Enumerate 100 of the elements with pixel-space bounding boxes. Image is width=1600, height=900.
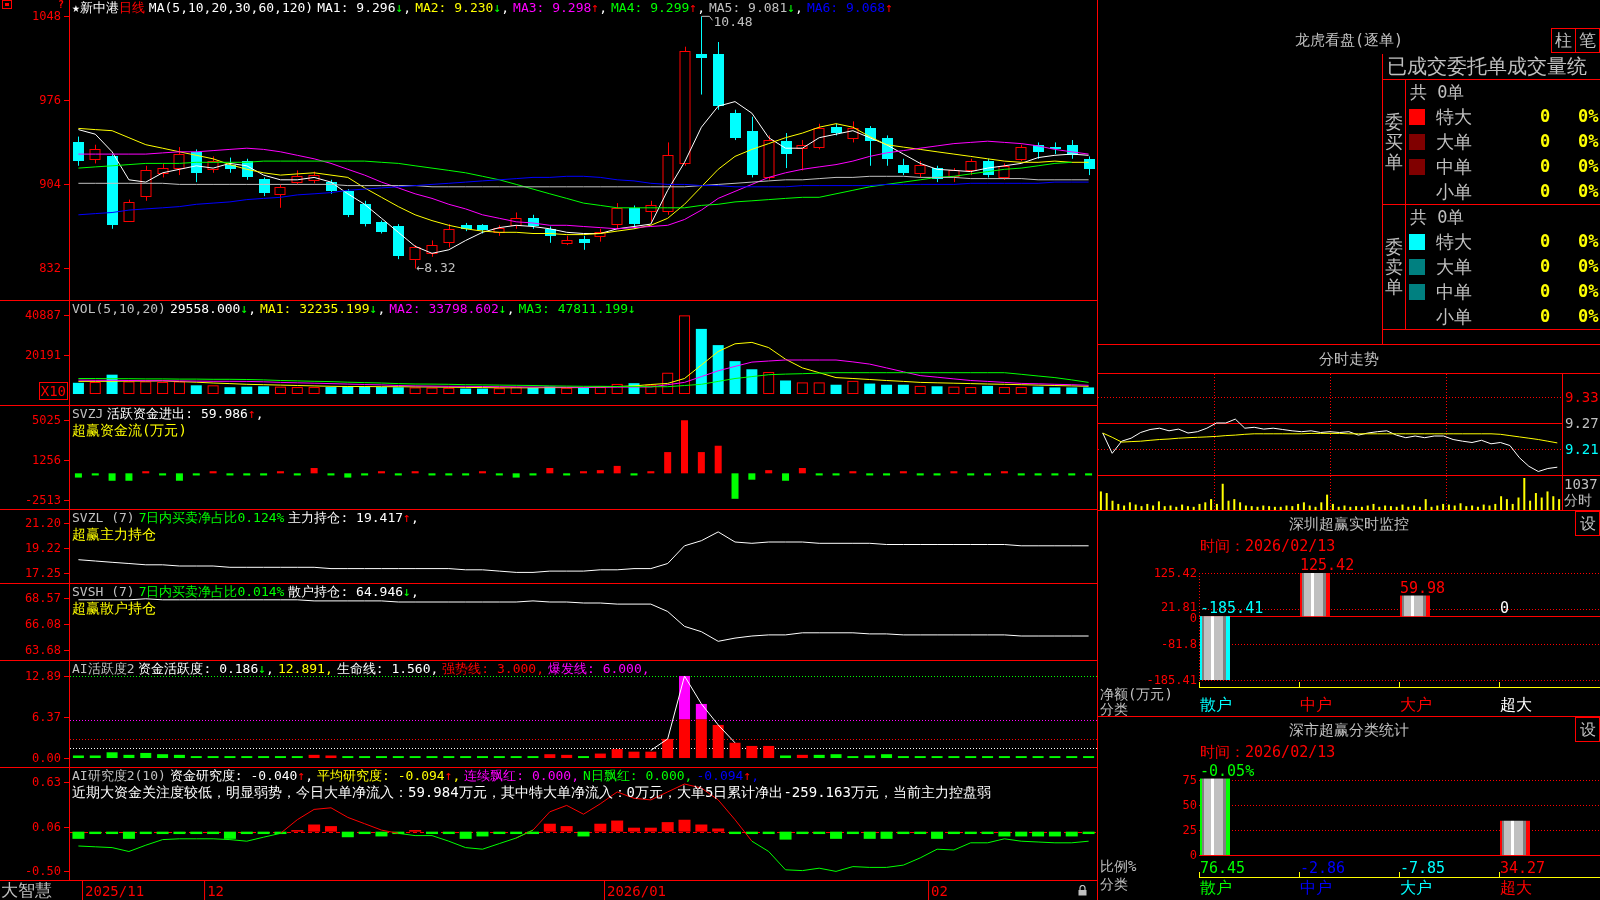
- fund-flow-bar: [950, 471, 958, 474]
- legend-text: 活跃资金进出: 59.986: [107, 406, 248, 421]
- help-button[interactable]: ?: [57, 0, 64, 10]
- volume-bar: [695, 328, 707, 394]
- candle: [510, 211, 522, 230]
- activity-bar: [965, 756, 977, 759]
- legend-text: ,: [410, 510, 419, 525]
- settings-button[interactable]: 设: [1575, 511, 1600, 536]
- data-label: -7.85: [1399, 859, 1446, 877]
- fund-flow-bar: [159, 473, 167, 476]
- volume-bar: [796, 382, 808, 394]
- activity-bar: [359, 756, 371, 759]
- mode-button[interactable]: 笔: [1575, 28, 1600, 53]
- fund-flow-bar: [580, 471, 587, 474]
- legend-text: SVZL (7): [72, 510, 135, 525]
- volume-bar: [864, 383, 876, 394]
- legend-text: ↑: [689, 0, 698, 15]
- caption-text: 超赢主力持仓: [72, 525, 156, 543]
- candle: [1067, 139, 1078, 160]
- activity-bar: [325, 755, 337, 759]
- research-bar: [375, 831, 388, 837]
- research-bar: [207, 831, 220, 835]
- candle: [1033, 141, 1044, 160]
- order-share: 0%: [1578, 131, 1600, 152]
- volume-bar: [729, 361, 741, 394]
- mode-button[interactable]: 柱: [1551, 28, 1576, 53]
- order-count: 0: [1540, 231, 1552, 252]
- research-bar: [139, 831, 152, 835]
- category-bar: [1300, 573, 1330, 617]
- order-share: 0%: [1578, 281, 1600, 302]
- settings-button[interactable]: 设: [1575, 717, 1600, 742]
- fund-flow-bar: [681, 420, 688, 474]
- order-total: 共 0单: [1409, 81, 1466, 104]
- order-share: 0%: [1578, 231, 1600, 252]
- research-bar: [729, 831, 742, 835]
- candle: [343, 188, 354, 218]
- fund-flow-bar: [91, 473, 99, 476]
- research-bar: [341, 831, 354, 838]
- volume-bar: [1066, 387, 1078, 394]
- legend-text: ↓: [258, 661, 267, 676]
- leader-line: [701, 15, 713, 21]
- research-bar: [274, 831, 287, 835]
- activity-bar: [224, 756, 236, 759]
- candle: [360, 200, 371, 227]
- legend-text: ,: [255, 406, 264, 421]
- fund-flow-bar: [74, 473, 82, 478]
- volume-bar: [409, 387, 421, 394]
- order-size-label: 中单: [1435, 156, 1473, 177]
- category-label: 中户: [1299, 879, 1332, 897]
- volume-bar: [628, 383, 640, 394]
- category-bar: [1400, 595, 1430, 617]
- activity-bar: [1083, 756, 1095, 759]
- candle: [763, 134, 775, 181]
- axis-tick-label: 6.37: [32, 710, 61, 725]
- volume-bar: [645, 384, 657, 394]
- candle: [326, 179, 337, 195]
- fund-flow-bar: [428, 473, 436, 476]
- candle: [1015, 144, 1027, 162]
- candle: [983, 158, 994, 178]
- fund-flow-bar: [714, 445, 722, 474]
- legend-text: ,: [305, 768, 314, 783]
- research-bar: [527, 831, 539, 835]
- legend-text: 12.891,: [277, 661, 333, 676]
- volume-bar: [375, 387, 387, 394]
- axis-tick-label: 9.33: [1565, 388, 1599, 405]
- fund-flow-bar: [933, 473, 941, 476]
- activity-bar: [308, 754, 320, 759]
- volume-bar: [1032, 386, 1044, 394]
- activity-bar: [1015, 756, 1027, 759]
- volume-bar: [493, 388, 505, 394]
- fund-flow-bar: [546, 468, 554, 474]
- legend-text: 7日内买卖净占比0.014%: [138, 584, 285, 599]
- legend-text: 平均研究度: -0.094: [317, 768, 445, 783]
- fund-flow-bar: [647, 471, 655, 474]
- volume-bar: [780, 380, 792, 394]
- candle: [191, 148, 202, 183]
- fund-flow-bar: [445, 473, 453, 476]
- fund-flow-bar: [142, 471, 150, 474]
- activity-bar: [998, 756, 1010, 759]
- axis-tick-label: 1256: [32, 453, 61, 467]
- lock-icon[interactable]: [1078, 885, 1087, 896]
- fund-flow-bar: [765, 470, 773, 474]
- research-bar: [358, 831, 371, 835]
- activity-bar: [493, 756, 505, 759]
- axis-tick-label: -81.8: [1160, 638, 1197, 650]
- research-bar: [223, 831, 236, 839]
- research-bar: [1065, 831, 1078, 837]
- activity-bar: [258, 756, 270, 759]
- legend-text: ,: [501, 0, 510, 15]
- price-annotation: 10.48: [713, 14, 753, 30]
- category-label: 大户: [1399, 879, 1432, 897]
- research-bar: [931, 831, 944, 839]
- candle: [443, 223, 455, 248]
- research-bar: [813, 831, 826, 835]
- axis-tick-label: 75: [1182, 774, 1197, 786]
- volume-bar: [140, 381, 152, 394]
- order-count: 0: [1540, 306, 1552, 327]
- volume-bar: [847, 380, 859, 394]
- fund-flow-bar: [1017, 473, 1025, 476]
- volume-bar: [763, 372, 775, 394]
